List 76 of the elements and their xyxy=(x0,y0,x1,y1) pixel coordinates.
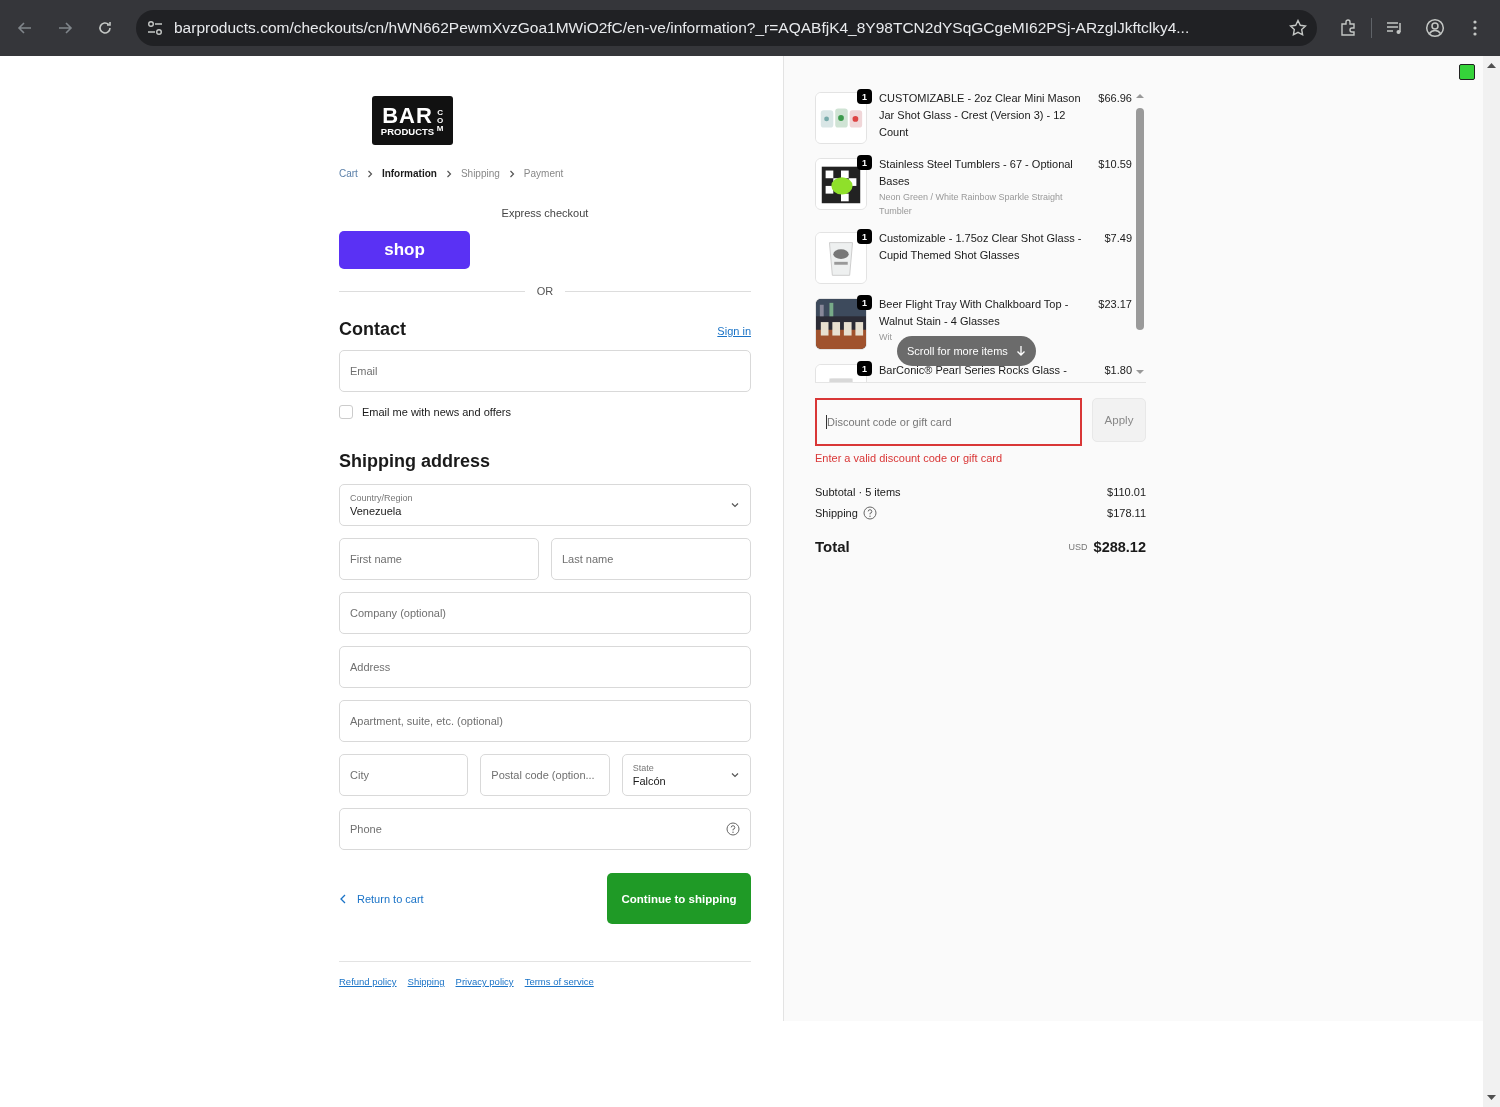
playlist-icon[interactable] xyxy=(1386,20,1404,36)
currency-code: USD xyxy=(1068,541,1088,552)
breadcrumb: Information xyxy=(381,168,437,179)
checkbox[interactable] xyxy=(339,405,353,419)
summary-label: Subtotal · 5 items xyxy=(815,486,901,498)
product-title: CUSTOMIZABLE - 2oz Clear Mini Mason Jar Shot Glass - Crest (Version 3) - 12 Count xyxy=(879,91,1082,140)
total-amount: $288.12 xyxy=(1093,538,1146,555)
quantity-badge: 1 xyxy=(857,229,872,244)
input-field[interactable]: City xyxy=(339,754,469,796)
chevron-down-icon xyxy=(730,770,740,780)
extension-indicator-icon xyxy=(1459,64,1475,80)
continue-button[interactable]: Continue to shipping xyxy=(607,873,751,924)
back-icon[interactable] xyxy=(17,20,33,36)
product-variant: Neon Green / White Rainbow Sparkle Straight Tumbler xyxy=(879,191,1064,218)
error-message: Enter a valid discount code or gift card xyxy=(815,452,1004,464)
product-title: BarConic® Pearl Series Rocks Glass - xyxy=(879,363,1068,378)
product-price: $7.49 xyxy=(1104,231,1132,246)
help-icon[interactable] xyxy=(862,506,877,520)
site-settings-icon[interactable] xyxy=(146,20,164,36)
section-title: Express checkout xyxy=(500,207,590,219)
input-field[interactable]: Address xyxy=(339,646,751,688)
puzzle-icon[interactable] xyxy=(1339,19,1357,37)
arrow-down-icon xyxy=(1015,345,1026,357)
menu-icon[interactable] xyxy=(1473,20,1477,36)
product-price: $66.96 xyxy=(1098,91,1132,106)
help-icon[interactable] xyxy=(726,822,740,836)
profile-icon[interactable] xyxy=(1425,18,1445,38)
product-title: Stainless Steel Tumblers - 67 - Optional Bases xyxy=(879,157,1074,189)
checkbox-label: Email me with news and offers xyxy=(362,406,511,418)
email-field[interactable]: Email xyxy=(339,350,751,392)
total-label: Total xyxy=(815,538,850,555)
summary-value: $178.11 xyxy=(1107,507,1146,519)
reload-icon[interactable] xyxy=(97,20,113,36)
return-to-cart-link[interactable]: Return to cart xyxy=(339,892,424,905)
star-icon[interactable] xyxy=(1289,19,1307,37)
chevron-left-icon xyxy=(339,893,347,904)
input-field[interactable]: Postal code (option... xyxy=(480,754,610,796)
product-price: $23.17 xyxy=(1098,297,1132,312)
product-variant: Wit xyxy=(879,331,893,344)
breadcrumb: Payment xyxy=(523,168,564,179)
input-field[interactable]: Company (optional) xyxy=(339,592,751,634)
summary-value: $110.01 xyxy=(1107,486,1146,498)
apply-button[interactable]: Apply xyxy=(1092,398,1146,442)
breadcrumb: Shipping xyxy=(460,168,500,179)
scroll-hint-button[interactable]: Scroll for more items xyxy=(897,336,1036,366)
chevron-right-icon xyxy=(365,168,374,179)
input-field[interactable]: Apartment, suite, etc. (optional) xyxy=(339,700,751,742)
product-title: Beer Flight Tray With Chalkboard Top - Walnut Stain - 4 Glasses xyxy=(879,297,1070,329)
product-price: $1.80 xyxy=(1104,363,1132,378)
product-price: $10.59 xyxy=(1098,157,1132,172)
section-heading: Contact xyxy=(339,319,406,340)
discount-code-field[interactable]: Discount code or gift card xyxy=(815,398,1082,446)
footer-link[interactable]: Privacy policy xyxy=(455,976,514,987)
chevron-down-icon xyxy=(730,500,740,510)
divider-label: OR xyxy=(536,285,554,297)
footer-link[interactable]: Refund policy xyxy=(339,976,397,987)
select-field[interactable]: State Falcón xyxy=(621,754,751,796)
quantity-badge: 1 xyxy=(857,295,872,310)
summary-label: Shipping xyxy=(815,507,858,519)
shop-pay-button[interactable]: shop xyxy=(339,231,470,269)
forward-icon[interactable] xyxy=(57,20,73,36)
chevron-right-icon xyxy=(444,168,453,179)
quantity-badge: 1 xyxy=(857,155,872,170)
input-field[interactable]: Phone xyxy=(339,808,751,850)
select-field[interactable]: Country/Region Venezuela xyxy=(339,484,751,526)
breadcrumb[interactable]: Cart xyxy=(339,168,358,179)
footer-link[interactable]: Terms of service xyxy=(524,976,594,987)
quantity-badge: 1 xyxy=(857,361,872,376)
quantity-badge: 1 xyxy=(857,89,872,104)
chevron-right-icon xyxy=(507,168,516,179)
sign-in-link[interactable]: Sign in xyxy=(717,325,751,337)
section-heading: Shipping address xyxy=(339,451,492,472)
footer-link[interactable]: Shipping xyxy=(407,976,445,987)
product-title: Customizable - 1.75oz Clear Shot Glass - Cupid Themed Shot Glasses xyxy=(879,231,1083,263)
input-field[interactable]: Last name xyxy=(551,538,751,580)
input-field[interactable]: First name xyxy=(339,538,539,580)
